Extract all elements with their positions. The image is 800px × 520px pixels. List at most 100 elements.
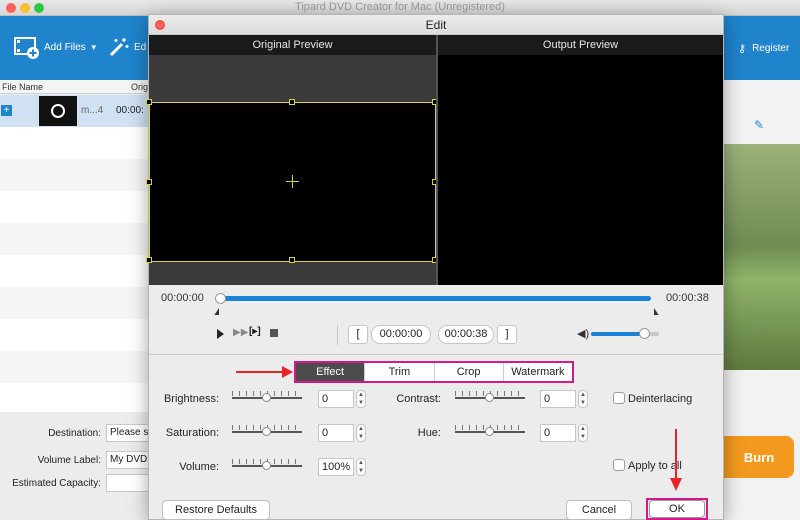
saturation-label: Saturation:: [165, 427, 219, 439]
file-list-row: [0, 159, 148, 191]
estimated-capacity-label: Estimated Capacity:: [12, 478, 101, 489]
file-list-header: File Name Orig: [0, 80, 148, 94]
apply-to-all-checkbox[interactable]: [613, 459, 625, 471]
capacity-bar: [106, 474, 148, 492]
play-icon[interactable]: [217, 329, 224, 339]
file-list-row: [0, 351, 148, 383]
volume-label-input[interactable]: My DVD: [106, 451, 148, 469]
volume-input[interactable]: 100%: [318, 458, 354, 476]
stop-icon[interactable]: [270, 329, 278, 337]
step-frame-icon[interactable]: [▸]: [249, 326, 261, 337]
brightness-slider[interactable]: [232, 391, 302, 405]
register-button[interactable]: ⚷ Register: [738, 42, 789, 55]
edit-pencil-icon[interactable]: ✎: [754, 118, 764, 132]
hue-slider-thumb[interactable]: [485, 427, 494, 436]
original-preview-pane: [146, 55, 438, 285]
output-settings-panel: Destination: Please s Volume Label: My D…: [0, 412, 148, 520]
crop-handle[interactable]: [146, 99, 152, 105]
controls-divider: [337, 325, 338, 345]
timeline-playhead[interactable]: [215, 293, 226, 304]
annotation-arrow: [236, 371, 284, 373]
play-circle-icon: [51, 104, 65, 118]
destination-select[interactable]: Please s: [106, 424, 148, 442]
ok-button[interactable]: OK: [649, 500, 705, 518]
fast-forward-icon[interactable]: ▶▶: [233, 327, 248, 338]
crop-frame[interactable]: [146, 99, 438, 263]
film-add-icon: [14, 37, 39, 59]
contrast-input[interactable]: 0: [540, 390, 576, 408]
contrast-label: Contrast:: [396, 393, 441, 405]
add-files-button[interactable]: Add Files ▼: [14, 34, 98, 60]
contrast-slider-thumb[interactable]: [485, 393, 494, 402]
file-list-row: [0, 127, 148, 159]
file-list-row: [0, 287, 148, 319]
edit-dialog-titlebar: Edit: [149, 15, 723, 35]
hue-label: Hue:: [417, 427, 441, 439]
annotation-arrow-ok: [675, 429, 677, 481]
volume-effect-slider-thumb[interactable]: [262, 461, 271, 470]
edit-toolbar-button[interactable]: Ed: [108, 36, 146, 58]
preview-area: Original Preview Output Preview: [146, 35, 723, 285]
volume-effect-slider[interactable]: [232, 459, 302, 473]
timeline-start-time: 00:00:00: [161, 292, 204, 304]
timeline-track[interactable]: [215, 293, 651, 304]
volume-stepper[interactable]: ▲ ▼: [356, 458, 366, 476]
ok-highlight: OK: [646, 498, 708, 520]
volume-slider-thumb[interactable]: [639, 328, 651, 339]
key-icon: ⚷: [738, 43, 747, 55]
crop-handle[interactable]: [289, 99, 295, 105]
deinterlacing-label: Deinterlacing: [628, 393, 693, 405]
hue-input[interactable]: 0: [540, 424, 576, 442]
tab-crop[interactable]: Crop: [435, 363, 504, 381]
deinterlacing-checkbox[interactable]: [613, 392, 625, 404]
crop-handle[interactable]: [146, 257, 152, 263]
contrast-stepper[interactable]: ▲ ▼: [578, 390, 588, 408]
file-list-row: [0, 223, 148, 255]
file-list-row: [0, 255, 148, 287]
brightness-slider-thumb[interactable]: [262, 393, 271, 402]
video-thumbnail: [39, 96, 77, 126]
file-name-text: m...4: [81, 105, 104, 116]
tab-effect[interactable]: Effect: [296, 363, 366, 381]
main-window-title: Tipard DVD Creator for Mac (Unregistered…: [295, 1, 505, 13]
burn-button[interactable]: Burn: [724, 436, 794, 478]
volume-slider[interactable]: [591, 328, 659, 339]
edit-tab-bar: Effect Trim Crop Watermark: [294, 361, 574, 383]
volume-slider-fill: [591, 332, 646, 336]
destination-label: Destination:: [48, 428, 101, 439]
tab-watermark[interactable]: Watermark: [504, 363, 572, 381]
dialog-close-button[interactable]: [155, 20, 165, 30]
volume-label-label: Volume Label:: [37, 455, 101, 466]
hue-stepper[interactable]: ▲ ▼: [578, 424, 588, 442]
file-list-row: [0, 191, 148, 223]
restore-defaults-button[interactable]: Restore Defaults: [162, 500, 270, 520]
set-end-button[interactable]: ]: [497, 325, 517, 344]
cancel-button[interactable]: Cancel: [566, 500, 632, 520]
output-preview-pane: [438, 55, 723, 285]
playback-controls: ▶▶ [▸] [ 00:00:00 00:00:38 ] ◀): [149, 315, 723, 355]
chevron-down-icon: ▼: [89, 42, 98, 52]
original-preview-title: Original Preview: [149, 35, 436, 55]
crop-handle[interactable]: [289, 257, 295, 263]
expand-plus-icon[interactable]: +: [1, 105, 12, 116]
clip-start-time: 00:00:00: [371, 325, 431, 344]
volume-label: Volume:: [179, 461, 219, 473]
contrast-slider[interactable]: [455, 391, 525, 405]
crosshair-icon: [286, 175, 299, 188]
add-files-label: Add Files: [44, 41, 86, 53]
saturation-slider-thumb[interactable]: [262, 427, 271, 436]
file-duration-text: 00:00:: [116, 105, 144, 116]
file-list-row[interactable]: + m...4 00:00:: [0, 95, 148, 127]
timeline-end-time: 00:00:38: [666, 292, 709, 304]
set-start-button[interactable]: [: [348, 325, 368, 344]
saturation-slider[interactable]: [232, 425, 302, 439]
volume-speaker-icon: ◀): [577, 328, 590, 340]
dialog-title: Edit: [425, 18, 447, 32]
hue-slider[interactable]: [455, 425, 525, 439]
magic-wand-icon: [109, 38, 129, 57]
output-preview-title: Output Preview: [438, 35, 723, 55]
apply-to-all-label: Apply to all: [628, 460, 682, 472]
tab-trim[interactable]: Trim: [365, 363, 435, 381]
file-list-row: [0, 383, 148, 412]
crop-handle[interactable]: [146, 179, 152, 185]
